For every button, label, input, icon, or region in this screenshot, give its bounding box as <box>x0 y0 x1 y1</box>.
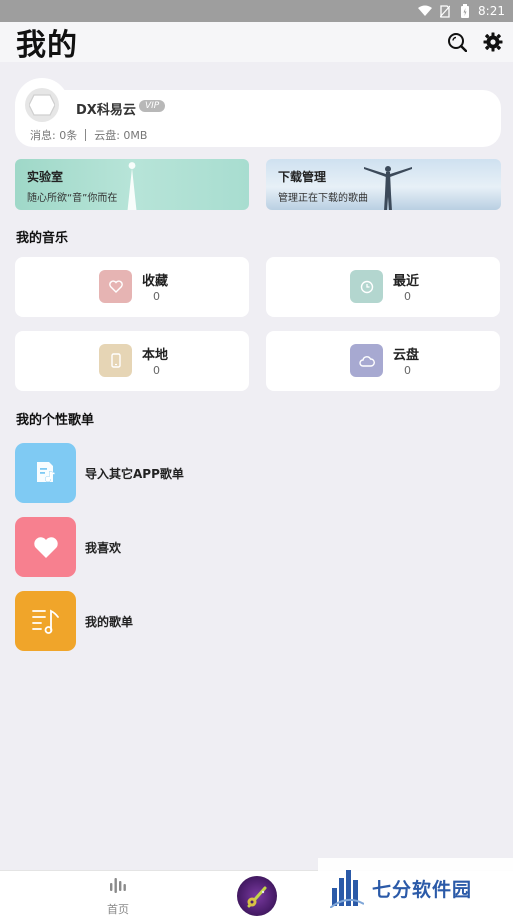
guitar-art-icon <box>247 886 267 908</box>
heart-icon <box>99 270 132 303</box>
avatar-placeholder-icon <box>25 88 59 122</box>
watermark: 七分软件园 <box>318 858 513 918</box>
music-card-count: 0 <box>404 364 411 377</box>
heart-icon <box>15 517 76 577</box>
music-list-icon <box>15 591 76 651</box>
status-time: 8:21 <box>478 4 505 18</box>
status-bar: 8:21 <box>0 0 513 22</box>
music-card-cloud[interactable]: 云盘 0 <box>266 331 500 391</box>
now-playing-disc[interactable] <box>237 876 277 916</box>
username: DX科易云 <box>76 103 136 118</box>
download-title: 下载管理 <box>278 170 327 184</box>
playlist-mine[interactable]: 我的歌单 <box>15 591 495 651</box>
wifi-icon <box>418 4 433 18</box>
music-card-recent[interactable]: 最近 0 <box>266 257 500 317</box>
equalizer-icon <box>108 875 128 899</box>
no-sim-icon <box>438 4 452 18</box>
search-icon[interactable] <box>445 30 469 54</box>
my-music-title: 我的音乐 <box>16 231 69 246</box>
download-banner[interactable]: 下载管理 管理正在下载的歌曲 <box>266 159 501 210</box>
lab-subtitle: 随心所欲“音”你而在 <box>27 193 118 204</box>
phone-icon <box>99 344 132 377</box>
music-card-count: 0 <box>404 290 411 303</box>
music-card-label: 收藏 <box>142 274 169 289</box>
watermark-logo-icon <box>329 864 365 912</box>
nav-home-label: 首页 <box>107 903 129 916</box>
music-card-favorites[interactable]: 收藏 0 <box>15 257 249 317</box>
figure-illustration <box>127 162 137 210</box>
download-subtitle: 管理正在下载的歌曲 <box>278 193 368 204</box>
vip-badge: VIP <box>139 100 166 112</box>
watermark-text: 七分软件园 <box>372 878 473 901</box>
lab-banner[interactable]: 实验室 随心所欲“音”你而在 <box>15 159 249 210</box>
music-card-count: 0 <box>153 364 160 377</box>
battery-icon <box>458 4 472 18</box>
page-header: 我的 <box>0 22 513 63</box>
playlist-label: 我喜欢 <box>85 541 122 555</box>
import-playlist-icon <box>15 443 76 503</box>
playlist-label: 我的歌单 <box>85 615 134 629</box>
page-title: 我的 <box>16 28 78 63</box>
music-card-label: 最近 <box>393 274 420 289</box>
divider <box>85 129 87 141</box>
playlist-import[interactable]: 导入其它APP歌单 <box>15 443 495 503</box>
music-card-label: 云盘 <box>393 348 420 363</box>
playlists-title: 我的个性歌单 <box>16 413 95 428</box>
profile-stats: 消息: 0条 云盘: 0MB <box>30 127 147 143</box>
lab-title: 实验室 <box>27 170 64 184</box>
clock-icon <box>350 270 383 303</box>
music-card-count: 0 <box>153 290 160 303</box>
playlist-liked[interactable]: 我喜欢 <box>15 517 495 577</box>
message-count[interactable]: 消息: 0条 <box>30 127 77 143</box>
music-card-label: 本地 <box>142 348 169 363</box>
avatar[interactable] <box>15 78 69 132</box>
cloud-usage[interactable]: 云盘: 0MB <box>94 127 147 143</box>
nav-home[interactable]: 首页 <box>96 875 140 916</box>
cloud-icon <box>350 344 383 377</box>
playlist-label: 导入其它APP歌单 <box>85 467 184 481</box>
music-card-local[interactable]: 本地 0 <box>15 331 249 391</box>
gear-icon[interactable] <box>481 30 505 54</box>
